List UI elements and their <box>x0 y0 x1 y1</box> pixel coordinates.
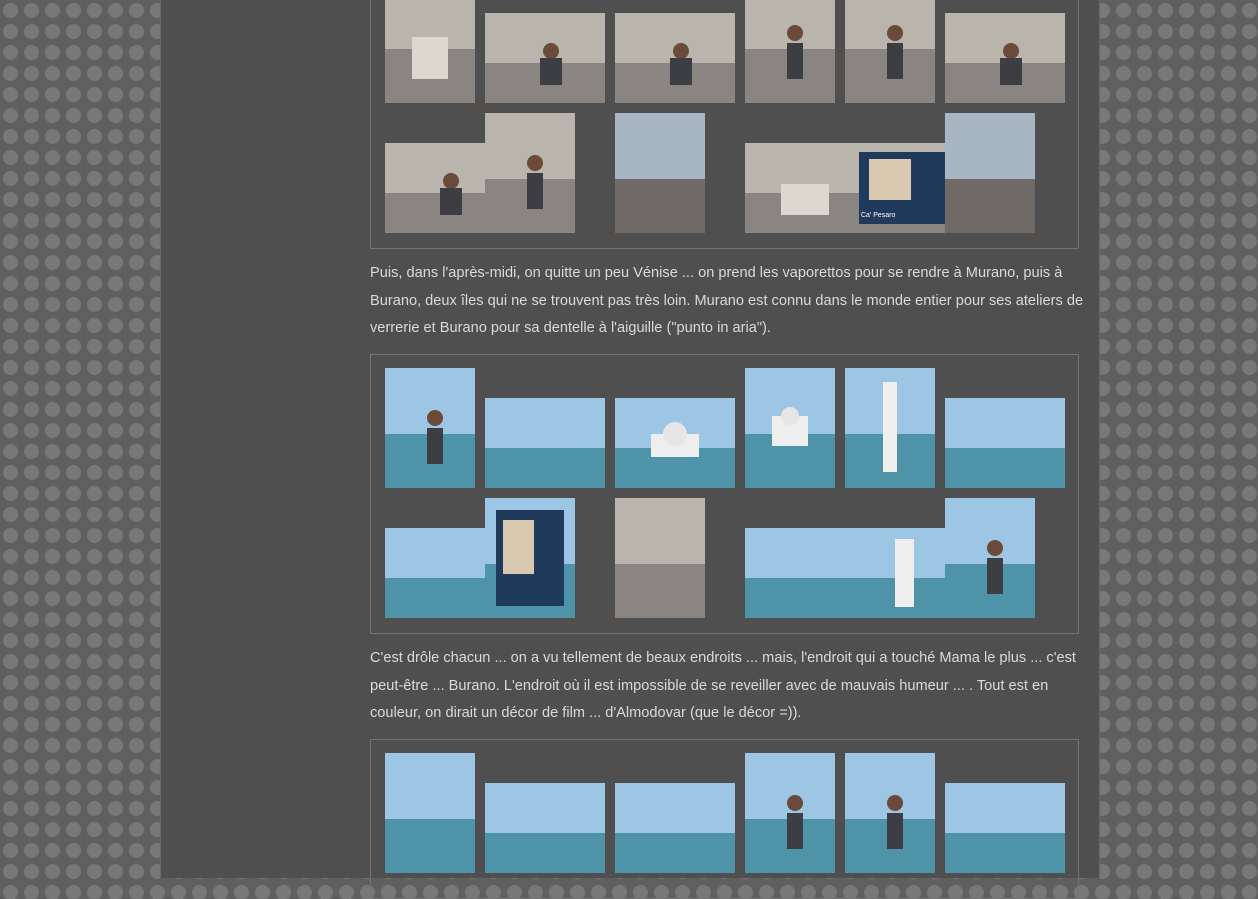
courtyard-building-thumbnail[interactable] <box>945 113 1035 233</box>
vaporetto-cabin-thumbnail[interactable] <box>385 753 475 873</box>
girl-smiling-on-steps-thumbnail[interactable] <box>615 13 735 103</box>
tourists-on-boat-thumbnail[interactable] <box>945 498 1035 618</box>
boy-on-steps-thumbnail[interactable] <box>945 13 1065 103</box>
palazzo-facade-thumbnail[interactable] <box>615 113 705 233</box>
boat-deck-view-thumbnail[interactable] <box>945 398 1065 488</box>
woman-at-water-thumbnail[interactable] <box>745 753 835 873</box>
map-sign-thumbnail[interactable] <box>485 498 575 618</box>
wall-relief-thumbnail[interactable] <box>615 498 705 618</box>
boy-posing-on-steps-thumbnail[interactable] <box>845 0 935 103</box>
boy-on-ferry-thumbnail[interactable] <box>845 753 935 873</box>
murano-paragraph: Puis, dans l'après-midi, on quitte un pe… <box>370 265 1084 336</box>
san-michele-church-thumbnail[interactable] <box>615 398 735 488</box>
lagoon-pier-thumbnail[interactable] <box>945 783 1065 873</box>
murano-lighthouse-thumbnail[interactable] <box>845 368 935 488</box>
boat-child-lagoon-thumbnail[interactable] <box>385 368 475 488</box>
boat-wake-thumbnail[interactable] <box>485 783 605 873</box>
lagoon-markers-thumbnail[interactable] <box>615 783 735 873</box>
burano-paragraph: C'est drôle chacun ... on a vu tellement… <box>370 650 1076 721</box>
courtyard-well-thumbnail[interactable] <box>385 0 475 103</box>
lagoon-sculpture-thumbnail[interactable] <box>485 398 605 488</box>
island-church-thumbnail[interactable] <box>745 368 835 488</box>
girl-sitting-on-steps-thumbnail[interactable] <box>485 13 605 103</box>
boy-with-fan-thumbnail[interactable] <box>485 113 575 233</box>
poster-caption: Ca' Pesaro <box>861 212 896 219</box>
boy-sitting-on-steps-thumbnail[interactable] <box>745 0 835 103</box>
